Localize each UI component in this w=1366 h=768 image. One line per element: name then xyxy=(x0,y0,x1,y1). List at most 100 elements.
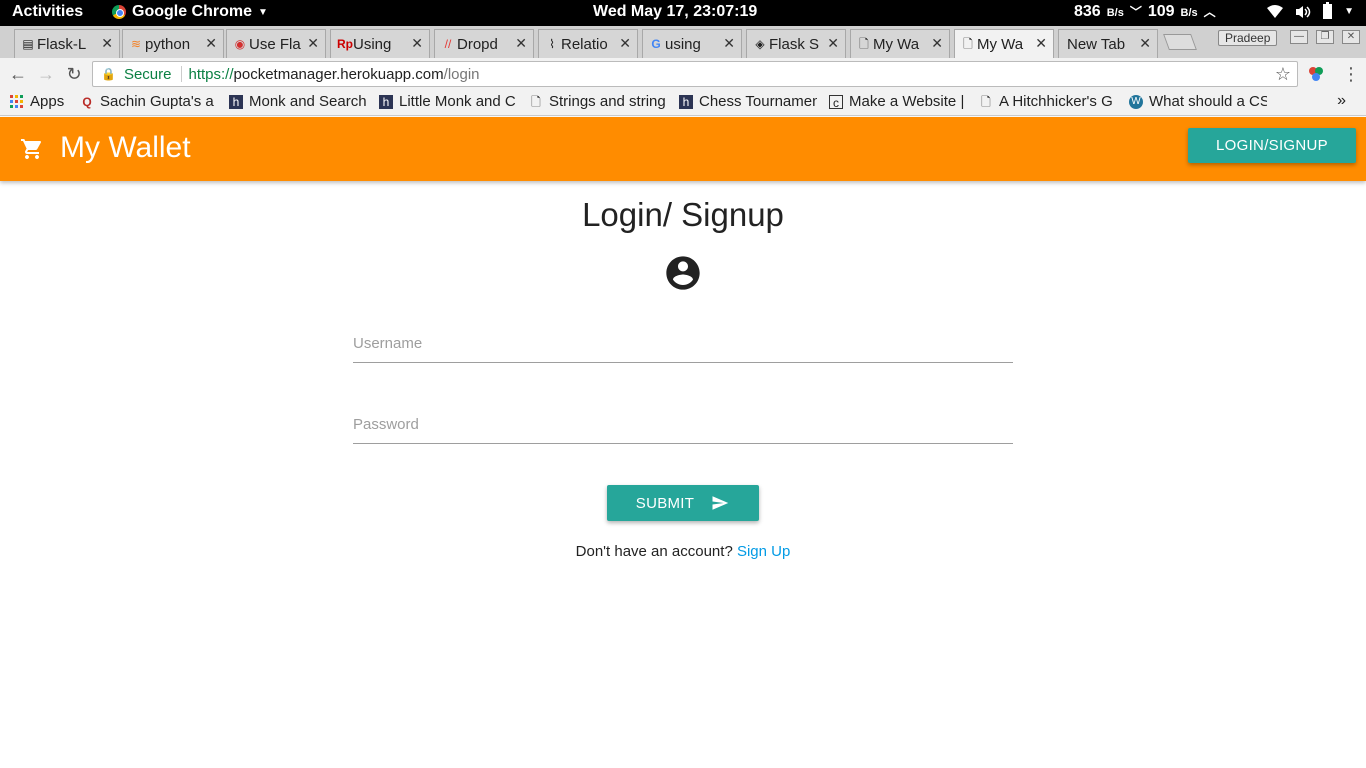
tab-label: Dropd xyxy=(457,35,498,53)
username-input[interactable] xyxy=(353,321,1013,361)
url-host: pocketmanager.herokuapp.com xyxy=(233,65,444,83)
app-menu-label: Google Chrome xyxy=(132,3,253,20)
diamond-icon: ◈ xyxy=(755,37,765,51)
bookmark-label: Apps xyxy=(30,93,65,110)
close-icon[interactable]: ✕ xyxy=(723,35,735,52)
brand-logo-text[interactable]: My Wallet xyxy=(60,131,191,165)
bookmarks-overflow-icon[interactable]: » xyxy=(1337,92,1346,110)
tab-2[interactable]: ◉ Use Fla ✕ xyxy=(226,29,326,58)
close-icon[interactable]: ✕ xyxy=(307,35,319,52)
profile-button[interactable]: Pradeep xyxy=(1218,30,1278,46)
extension-icon[interactable] xyxy=(1308,66,1324,82)
close-window-button[interactable]: ✕ xyxy=(1342,30,1360,44)
bookmark-item[interactable]: h Monk and Search xyxy=(229,93,367,110)
close-icon[interactable]: ✕ xyxy=(931,35,943,52)
signup-prompt: Don't have an account? Sign Up xyxy=(0,543,1366,560)
menu-icon[interactable]: ⋮ xyxy=(1342,64,1360,85)
address-bar[interactable]: 🔒 Secure https://pocketmanager.herokuapp… xyxy=(92,61,1298,87)
codecademy-icon: c xyxy=(829,94,843,110)
rp-icon: Rp xyxy=(337,37,353,51)
system-tray[interactable]: ▼ xyxy=(1267,2,1354,19)
volume-icon xyxy=(1296,5,1311,18)
arrow-down-icon: ﹀ xyxy=(1129,5,1142,19)
bookmark-item[interactable]: h Little Monk and C xyxy=(379,93,517,110)
net-down-unit: B/s xyxy=(1106,7,1124,19)
bookmark-item[interactable]: c Make a Website | xyxy=(829,93,967,110)
app-menu[interactable]: Google Chrome ▼ xyxy=(112,3,268,21)
tab-label: using xyxy=(665,35,701,53)
bookmark-label: Little Monk and C xyxy=(399,93,516,110)
net-up-value: 109 xyxy=(1147,3,1175,20)
stackoverflow-icon: ≋ xyxy=(130,37,142,51)
close-icon[interactable]: ✕ xyxy=(515,35,527,52)
graph-icon: ⌇ xyxy=(549,37,555,51)
chevron-down-icon: ▼ xyxy=(258,6,268,18)
browser-toolbar: ← → ↻ 🔒 Secure https://pocketmanager.her… xyxy=(0,58,1366,90)
bookmark-item[interactable]: Q Sachin Gupta's a xyxy=(80,93,216,110)
tab-6[interactable]: G using ✕ xyxy=(642,29,742,58)
tab-1[interactable]: ≋ python ✕ xyxy=(122,29,224,58)
forward-arrow-icon[interactable]: → xyxy=(36,64,56,84)
activities-button[interactable]: Activities xyxy=(12,3,83,21)
bookmark-star-icon[interactable]: ☆ xyxy=(1275,64,1291,85)
bookmark-label: A Hitchhicker's G xyxy=(999,93,1113,110)
maximize-button[interactable]: ❐ xyxy=(1316,30,1334,44)
login-signup-button[interactable]: LOGIN/SIGNUP xyxy=(1188,128,1356,163)
net-down-value: 836 xyxy=(1074,3,1101,20)
back-arrow-icon[interactable]: ← xyxy=(8,64,28,84)
arrow-up-icon: ︿ xyxy=(1203,5,1216,19)
tab-label: My Wa xyxy=(873,35,920,53)
bookmark-label: Strings and string xyxy=(549,93,666,110)
tab-4[interactable]: // Dropd ✕ xyxy=(434,29,534,58)
password-input[interactable] xyxy=(353,402,1013,442)
tab-9-active[interactable]: 🗋 My Wa ✕ xyxy=(954,29,1054,58)
power-menu-caret-icon: ▼ xyxy=(1344,6,1354,17)
page-icon: 🗋 xyxy=(963,37,973,51)
submit-label: SUBMIT xyxy=(635,494,695,512)
no-account-text: Don't have an account? xyxy=(575,543,733,560)
bookmark-label: Sachin Gupta's a xyxy=(100,93,214,110)
secure-label: Secure xyxy=(123,65,172,83)
page-icon: 🗋 xyxy=(531,94,541,109)
tab-8[interactable]: 🗋 My Wa ✕ xyxy=(850,29,950,58)
app-header: My Wallet LOGIN/SIGNUP xyxy=(0,117,1366,181)
tab-3[interactable]: Rp Using ✕ xyxy=(330,29,430,58)
bookmark-item[interactable]: h Chess Tournamen xyxy=(679,93,817,110)
tab-7[interactable]: ◈ Flask S ✕ xyxy=(746,29,846,58)
close-icon[interactable]: ✕ xyxy=(205,35,217,52)
tab-5[interactable]: ⌇ Relatio ✕ xyxy=(538,29,638,58)
page-icon: ▤ xyxy=(22,37,34,51)
clock[interactable]: Wed May 17, 23:07:19 xyxy=(593,3,757,21)
minimize-button[interactable]: — xyxy=(1290,30,1308,44)
close-icon[interactable]: ✕ xyxy=(411,35,423,52)
close-icon[interactable]: ✕ xyxy=(619,35,631,52)
apps-grid-icon xyxy=(10,94,24,109)
bookmark-item[interactable]: 🗋 A Hitchhicker's G xyxy=(979,93,1117,110)
page-title: Login/ Signup xyxy=(582,196,784,233)
network-speed: 836 B/s ﹀ 109 B/s ︿ xyxy=(1074,3,1216,21)
tab-label: New Tab xyxy=(1067,35,1126,53)
hackerearth-icon: h xyxy=(679,94,693,109)
close-icon[interactable]: ✕ xyxy=(827,35,839,52)
bookmark-label: Monk and Search xyxy=(249,93,367,110)
new-tab-button[interactable] xyxy=(1163,34,1197,50)
close-icon[interactable]: ✕ xyxy=(1139,35,1151,52)
sign-up-link[interactable]: Sign Up xyxy=(737,543,790,560)
url-path: /login xyxy=(443,65,480,83)
tab-label: python xyxy=(145,35,191,53)
close-icon[interactable]: ✕ xyxy=(101,35,113,52)
tab-label: Flask S xyxy=(769,35,820,53)
reload-icon[interactable]: ↻ xyxy=(64,64,84,84)
divider xyxy=(181,66,183,82)
tab-0[interactable]: ▤ Flask-L ✕ xyxy=(14,29,120,58)
bookmark-item[interactable]: W What should a CS xyxy=(1129,93,1267,110)
wifi-icon xyxy=(1267,4,1284,18)
bookmarks-bar: Apps Q Sachin Gupta's a h Monk and Searc… xyxy=(0,90,1366,116)
submit-button[interactable]: SUBMIT xyxy=(607,485,759,521)
tab-10[interactable]: New Tab ✕ xyxy=(1058,29,1158,58)
close-icon[interactable]: ✕ xyxy=(1035,35,1047,52)
bookmark-apps[interactable]: Apps xyxy=(10,93,80,110)
shopping-cart-icon xyxy=(21,139,42,159)
quora-icon: Q xyxy=(82,94,92,109)
bookmark-item[interactable]: 🗋 Strings and string xyxy=(529,93,667,110)
